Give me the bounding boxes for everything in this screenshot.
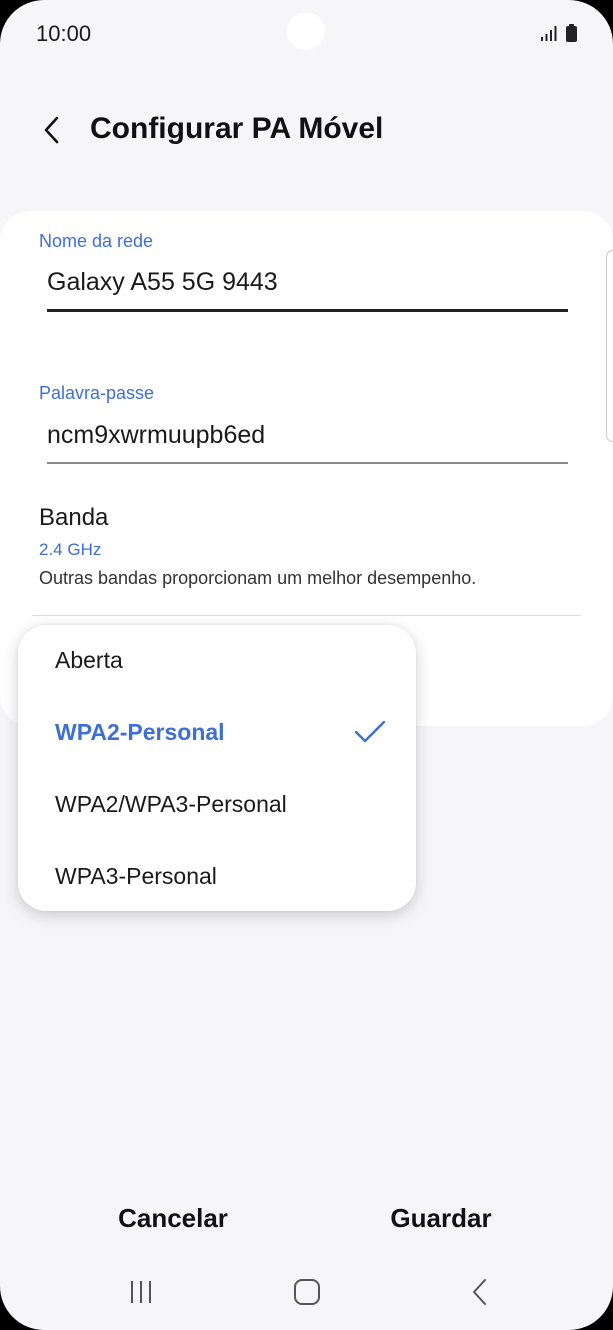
bottom-actions: Cancelar Guardar bbox=[0, 1190, 613, 1250]
security-option-label: Aberta bbox=[55, 647, 123, 673]
security-option-label: WPA2-Personal bbox=[55, 719, 225, 745]
status-time: 10:00 bbox=[36, 21, 92, 46]
security-dropdown-menu: Aberta WPA2-Personal WPA2/WPA3-Personal … bbox=[18, 625, 416, 911]
security-option-label: WPA3-Personal bbox=[55, 863, 217, 889]
back-icon bbox=[473, 1279, 486, 1305]
security-option-wpa2-wpa3[interactable]: WPA2/WPA3-Personal bbox=[18, 769, 416, 841]
battery-icon bbox=[566, 24, 577, 42]
security-option-wpa3[interactable]: WPA3-Personal bbox=[18, 841, 416, 913]
security-option-open[interactable]: Aberta bbox=[18, 625, 416, 697]
signal-icon bbox=[541, 26, 557, 41]
network-name-underline bbox=[47, 309, 568, 312]
nav-back-button[interactable] bbox=[450, 1270, 510, 1314]
status-bar: 10:00 bbox=[0, 0, 613, 70]
band-description: Outras bandas proporcionam um melhor des… bbox=[39, 568, 477, 588]
cancel-button[interactable]: Cancelar bbox=[90, 1190, 256, 1246]
security-option-label: WPA2/WPA3-Personal bbox=[55, 791, 287, 817]
scrollbar[interactable] bbox=[606, 250, 613, 442]
password-label: Palavra-passe bbox=[39, 383, 155, 403]
password-input[interactable]: ncm9xwrmuupb6ed bbox=[47, 421, 265, 450]
security-option-wpa2[interactable]: WPA2-Personal bbox=[18, 697, 416, 769]
divider bbox=[32, 615, 581, 616]
band-value: 2.4 GHz bbox=[39, 540, 102, 559]
save-button[interactable]: Guardar bbox=[366, 1190, 516, 1246]
nav-home-button[interactable] bbox=[277, 1270, 337, 1314]
page-header: Configurar PA Móvel bbox=[0, 100, 613, 160]
camera-cutout bbox=[287, 12, 325, 50]
screen: 10:00 Configurar PA Móvel Nome da rede G… bbox=[0, 0, 613, 1330]
back-button[interactable] bbox=[30, 108, 74, 152]
recent-apps-icon bbox=[131, 1281, 151, 1303]
page-title: Configurar PA Móvel bbox=[90, 112, 384, 145]
password-underline bbox=[47, 462, 568, 464]
navigation-bar bbox=[0, 1260, 613, 1320]
network-name-label: Nome da rede bbox=[39, 231, 154, 251]
nav-recents-button[interactable] bbox=[111, 1270, 171, 1314]
chevron-left-icon bbox=[44, 116, 59, 144]
network-name-input[interactable]: Galaxy A55 5G 9443 bbox=[47, 268, 278, 297]
home-icon bbox=[294, 1279, 320, 1305]
check-icon bbox=[354, 720, 386, 743]
band-title: Banda bbox=[39, 504, 109, 531]
